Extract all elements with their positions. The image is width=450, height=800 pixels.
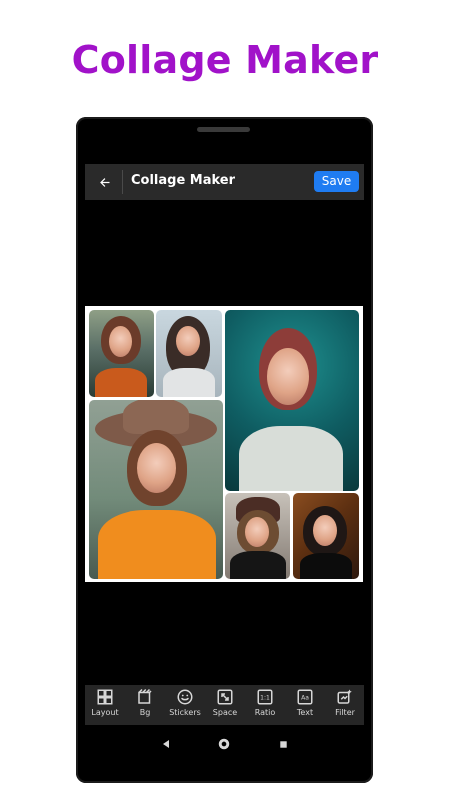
toolbar-filter-label: Filter — [335, 708, 355, 717]
toolbar-bg-label: Bg — [139, 708, 151, 717]
nav-home-button[interactable] — [215, 735, 233, 753]
toolbar-filter[interactable]: Filter — [327, 688, 363, 724]
collage-photo-5[interactable] — [225, 493, 290, 579]
text-icon-text: Aa — [301, 694, 309, 701]
triangle-back-icon — [163, 740, 169, 748]
toolbar-ratio[interactable]: 1:1 Ratio — [247, 688, 283, 724]
navigation-bar — [76, 729, 373, 759]
toolbar-stickers-label: Stickers — [169, 708, 201, 717]
toolbar-text-label: Text — [296, 708, 314, 717]
nav-back-button[interactable] — [157, 735, 175, 753]
square-recent-icon — [279, 740, 287, 748]
text-icon: Aa — [297, 689, 313, 705]
nav-recent-button[interactable] — [274, 735, 292, 753]
header-divider — [122, 170, 123, 194]
background-icon — [138, 688, 152, 704]
editing-toolbar: Layout Bg Stickers Space 1:1 Ratio Aa Te… — [85, 685, 364, 725]
ratio-icon: 1:1 — [257, 689, 273, 705]
save-button[interactable]: Save — [314, 171, 359, 192]
layout-icon — [97, 689, 113, 705]
phone-speaker — [197, 127, 250, 132]
space-icon — [217, 689, 233, 705]
toolbar-layout[interactable]: Layout — [87, 688, 123, 724]
toolbar-stickers[interactable]: Stickers — [167, 688, 203, 724]
collage-photo-2[interactable] — [156, 310, 222, 397]
promo-title: Collage Maker — [71, 38, 379, 82]
toolbar-text[interactable]: Aa Text — [287, 688, 323, 724]
toolbar-layout-label: Layout — [91, 708, 119, 717]
back-button[interactable] — [93, 171, 115, 193]
collage-photo-1[interactable] — [89, 310, 154, 397]
toolbar-ratio-label: Ratio — [254, 708, 276, 717]
sticker-icon — [177, 689, 193, 705]
collage-canvas — [85, 306, 363, 582]
page-title: Collage Maker — [131, 173, 236, 188]
collage-photo-3[interactable] — [225, 310, 359, 491]
collage-photo-4[interactable] — [89, 400, 223, 579]
toolbar-bg[interactable]: Bg — [127, 688, 163, 724]
toolbar-space[interactable]: Space — [207, 688, 243, 724]
home-circle-icon — [218, 738, 230, 750]
app-header: Collage Maker Save — [85, 164, 364, 200]
arrow-left-icon — [99, 177, 109, 187]
toolbar-space-label: Space — [212, 708, 238, 717]
collage-photo-6[interactable] — [293, 493, 359, 579]
ratio-icon-text: 1:1 — [260, 694, 270, 701]
phone-frame: Collage Maker Save Layout Bg Stickers Sp… — [76, 117, 373, 783]
filter-icon — [337, 689, 352, 704]
